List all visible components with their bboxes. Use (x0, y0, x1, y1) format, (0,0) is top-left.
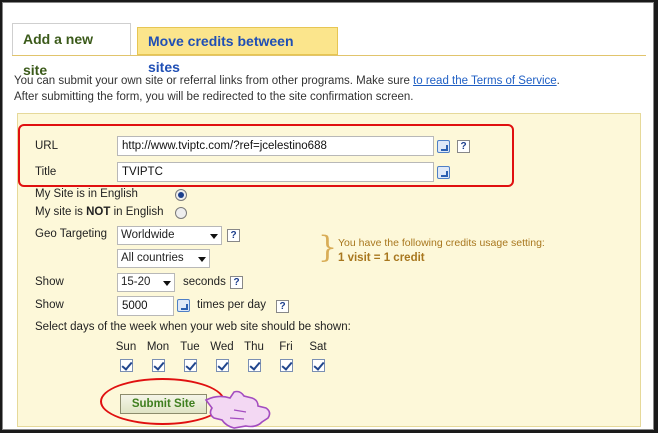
terms-link[interactable]: to read the Terms of Service (413, 75, 557, 87)
english-radio[interactable] (175, 189, 187, 201)
tab-move-credits[interactable]: Move credits between sites (137, 27, 338, 75)
chevron-down-icon (198, 257, 206, 262)
not-english-radio[interactable] (175, 207, 187, 219)
day-label-tue: Tue (180, 341, 200, 353)
day-checkbox-tue[interactable] (184, 359, 197, 372)
times-help-icon[interactable]: ? (276, 300, 289, 313)
not-english-prefix: My site is (35, 206, 87, 218)
pointing-hand-icon (204, 390, 271, 429)
geo-targeting-select[interactable]: Worldwide (117, 226, 222, 245)
times-unit: times per day (197, 299, 267, 311)
times-input[interactable]: 5000 (117, 296, 174, 316)
brace-decoration: } (318, 230, 338, 265)
day-checkbox-wed[interactable] (216, 359, 229, 372)
show-seconds-label: Show (35, 276, 64, 288)
chevron-down-icon (163, 281, 171, 286)
not-english-label: My site is NOT in English (35, 206, 163, 218)
seconds-select[interactable]: 15-20 (117, 273, 175, 292)
not-english-suffix: in English (110, 206, 164, 218)
countries-select[interactable]: All countries (117, 249, 210, 268)
intro-line1-suffix: . (556, 75, 560, 87)
day-label-thu: Thu (244, 341, 264, 353)
countries-value: All countries (121, 252, 184, 264)
day-label-mon: Mon (146, 341, 170, 353)
day-checkbox-mon[interactable] (152, 359, 165, 372)
english-label: My Site is in English (35, 188, 138, 200)
day-label-sun: Sun (115, 341, 137, 353)
seconds-value: 15-20 (121, 276, 151, 288)
credits-line1: You have the following credits usage set… (338, 237, 545, 249)
geo-targeting-label: Geo Targeting (35, 228, 108, 240)
show-times-label: Show (35, 299, 64, 311)
keyboard-icon[interactable] (177, 299, 190, 312)
day-checkbox-sun[interactable] (120, 359, 133, 372)
geo-targeting-value: Worldwide (121, 229, 175, 241)
days-prompt: Select days of the week when your web si… (35, 321, 351, 333)
day-checkbox-thu[interactable] (248, 359, 261, 372)
seconds-unit: seconds (183, 276, 226, 288)
day-checkbox-fri[interactable] (280, 359, 293, 372)
day-label-wed: Wed (210, 341, 234, 353)
tab-add-new-site[interactable]: Add a new site (12, 23, 131, 78)
annotation-highlight-box (18, 124, 514, 187)
intro-text: You can submit your own site or referral… (14, 73, 639, 105)
geo-help-icon[interactable]: ? (227, 229, 240, 242)
day-label-fri: Fri (279, 341, 293, 353)
tab-divider (12, 55, 646, 56)
intro-line2: After submitting the form, you will be r… (14, 91, 414, 103)
seconds-help-icon[interactable]: ? (230, 276, 243, 289)
day-label-sat: Sat (309, 341, 327, 353)
day-checkbox-sat[interactable] (312, 359, 325, 372)
credits-note: You have the following credits usage set… (338, 236, 545, 266)
intro-line1-prefix: You can submit your own site or referral… (14, 75, 414, 87)
credits-line2: 1 visit = 1 credit (338, 252, 425, 264)
not-english-bold: NOT (86, 206, 111, 218)
chevron-down-icon (210, 234, 218, 239)
